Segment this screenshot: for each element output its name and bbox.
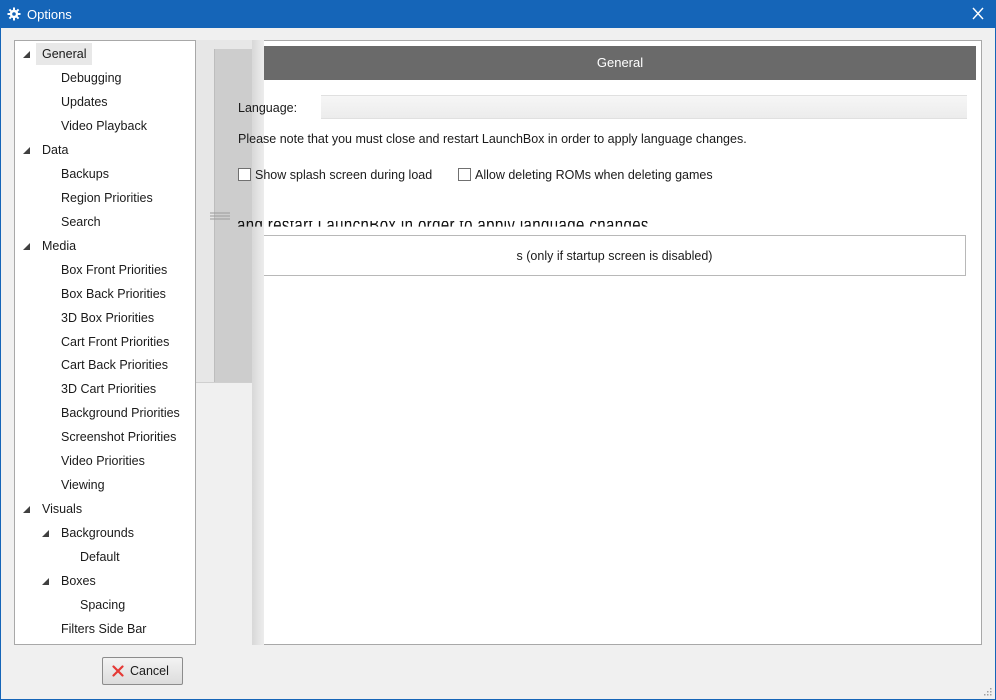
tree-item-label: Region Priorities bbox=[61, 190, 153, 205]
section-header: General bbox=[264, 46, 976, 80]
tree-item-data[interactable]: Data bbox=[15, 139, 195, 161]
red-x-icon bbox=[112, 665, 124, 677]
tree-item-boxes[interactable]: Boxes bbox=[15, 570, 195, 592]
expand-arrow-icon[interactable] bbox=[23, 242, 30, 250]
expand-arrow-icon[interactable] bbox=[23, 51, 30, 58]
allow-delete-roms-label: Allow deleting ROMs when deleting games bbox=[475, 168, 713, 182]
tree-item-label: 3D Box Priorities bbox=[61, 310, 155, 325]
gear-icon bbox=[7, 7, 21, 21]
tree-item-label: Video Priorities bbox=[61, 454, 145, 469]
tree-item-label: General bbox=[36, 43, 93, 65]
expand-arrow-icon[interactable] bbox=[42, 578, 49, 586]
tree-item-backgrounds[interactable]: Backgrounds bbox=[15, 522, 195, 544]
splitter-grip-icon[interactable] bbox=[209, 210, 231, 222]
tree-item-box-front-priorities[interactable]: Box Front Priorities bbox=[15, 259, 195, 281]
tree-item-updates[interactable]: Updates bbox=[15, 91, 195, 113]
tree-item-label: Spacing bbox=[80, 598, 126, 613]
tree-item-label: Visuals bbox=[42, 502, 83, 517]
cancel-label: Cancel bbox=[130, 664, 169, 678]
tree-item-label: Box Back Priorities bbox=[61, 286, 166, 301]
tree-item-3d-box-priorities[interactable]: 3D Box Priorities bbox=[15, 307, 195, 329]
tree-item-general[interactable]: General bbox=[15, 43, 195, 65]
tree-item-label: Boxes bbox=[61, 574, 96, 589]
splitter-panel bbox=[196, 40, 253, 383]
close-icon[interactable] bbox=[967, 4, 989, 24]
tree-item-background-priorities[interactable]: Background Priorities bbox=[15, 402, 195, 424]
language-note: Please note that you must close and rest… bbox=[238, 132, 747, 146]
tree-item-cart-front-priorities[interactable]: Cart Front Priorities bbox=[15, 331, 195, 353]
tree-item-label: Data bbox=[42, 142, 69, 157]
tree-item-label: Default bbox=[80, 550, 120, 565]
tree-item-label: Filters Side Bar bbox=[61, 622, 147, 637]
tree-item-screenshot-priorities[interactable]: Screenshot Priorities bbox=[15, 426, 195, 448]
tree-item-label: Box Front Priorities bbox=[61, 262, 168, 277]
tree-item-label: Background Priorities bbox=[61, 406, 180, 421]
language-dropdown[interactable] bbox=[321, 95, 967, 119]
general-settings-panel: General bbox=[264, 40, 982, 645]
tree-item-media[interactable]: Media bbox=[15, 235, 195, 257]
tree-item-label: Video Playback bbox=[61, 118, 147, 133]
tree-item-default[interactable]: Default bbox=[15, 546, 195, 568]
tree-item-box-back-priorities[interactable]: Box Back Priorities bbox=[15, 283, 195, 305]
checkbox-box[interactable] bbox=[238, 168, 251, 181]
options-window: Options General Debugging Updates Video Pla… bbox=[0, 0, 996, 700]
tree-item-cart-back-priorities[interactable]: Cart Back Priorities bbox=[15, 354, 195, 376]
tree-item-label: Debugging bbox=[61, 70, 122, 85]
tree-item-label: Search bbox=[61, 214, 101, 229]
show-splash-label: Show splash screen during load bbox=[255, 168, 433, 182]
tree-item-label: Backgrounds bbox=[61, 526, 134, 541]
resize-grip-icon[interactable] bbox=[982, 686, 992, 696]
options-tree: General Debugging Updates Video Playback Dat… bbox=[14, 40, 196, 645]
expand-arrow-icon[interactable] bbox=[23, 146, 30, 154]
tree-item-label: Cart Front Priorities bbox=[61, 334, 170, 349]
cancel-button[interactable]: Cancel bbox=[102, 657, 183, 685]
tree-item-filters-side-bar[interactable]: Filters Side Bar bbox=[15, 618, 195, 640]
startup-option-button[interactable]: s (only if startup screen is disabled) bbox=[264, 235, 966, 276]
tree-item-label: Backups bbox=[61, 166, 109, 181]
tree-item-debugging[interactable]: Debugging bbox=[15, 67, 195, 89]
tree-item-label: Updates bbox=[61, 94, 108, 109]
tree-item-region-priorities[interactable]: Region Priorities bbox=[15, 187, 195, 209]
tree-item-viewing[interactable]: Viewing bbox=[15, 474, 195, 496]
tree-item-label: 3D Cart Priorities bbox=[61, 382, 157, 397]
checkbox-box[interactable] bbox=[458, 168, 471, 181]
tree-item-3d-cart-priorities[interactable]: 3D Cart Priorities bbox=[15, 378, 195, 400]
pane-splitter[interactable] bbox=[196, 40, 265, 645]
tree-item-label: Viewing bbox=[61, 478, 105, 493]
expand-arrow-icon[interactable] bbox=[42, 530, 49, 538]
tree-item-video-priorities[interactable]: Video Priorities bbox=[15, 450, 195, 472]
tree-item-label: Cart Back Priorities bbox=[61, 358, 168, 373]
expand-arrow-icon[interactable] bbox=[23, 506, 30, 514]
tree-item-label: Media bbox=[42, 238, 77, 253]
title-bar: Options bbox=[1, 1, 995, 28]
tree-item-label: Screenshot Priorities bbox=[61, 430, 177, 445]
tree-item-search[interactable]: Search bbox=[15, 211, 195, 233]
tree-item-visuals[interactable]: Visuals bbox=[15, 498, 195, 520]
tree-item-video-playback[interactable]: Video Playback bbox=[15, 115, 195, 137]
language-label: Language: bbox=[238, 101, 298, 115]
tree-item-spacing[interactable]: Spacing bbox=[15, 594, 195, 616]
window-title: Options bbox=[27, 7, 72, 22]
tree-item-backups[interactable]: Backups bbox=[15, 163, 195, 185]
